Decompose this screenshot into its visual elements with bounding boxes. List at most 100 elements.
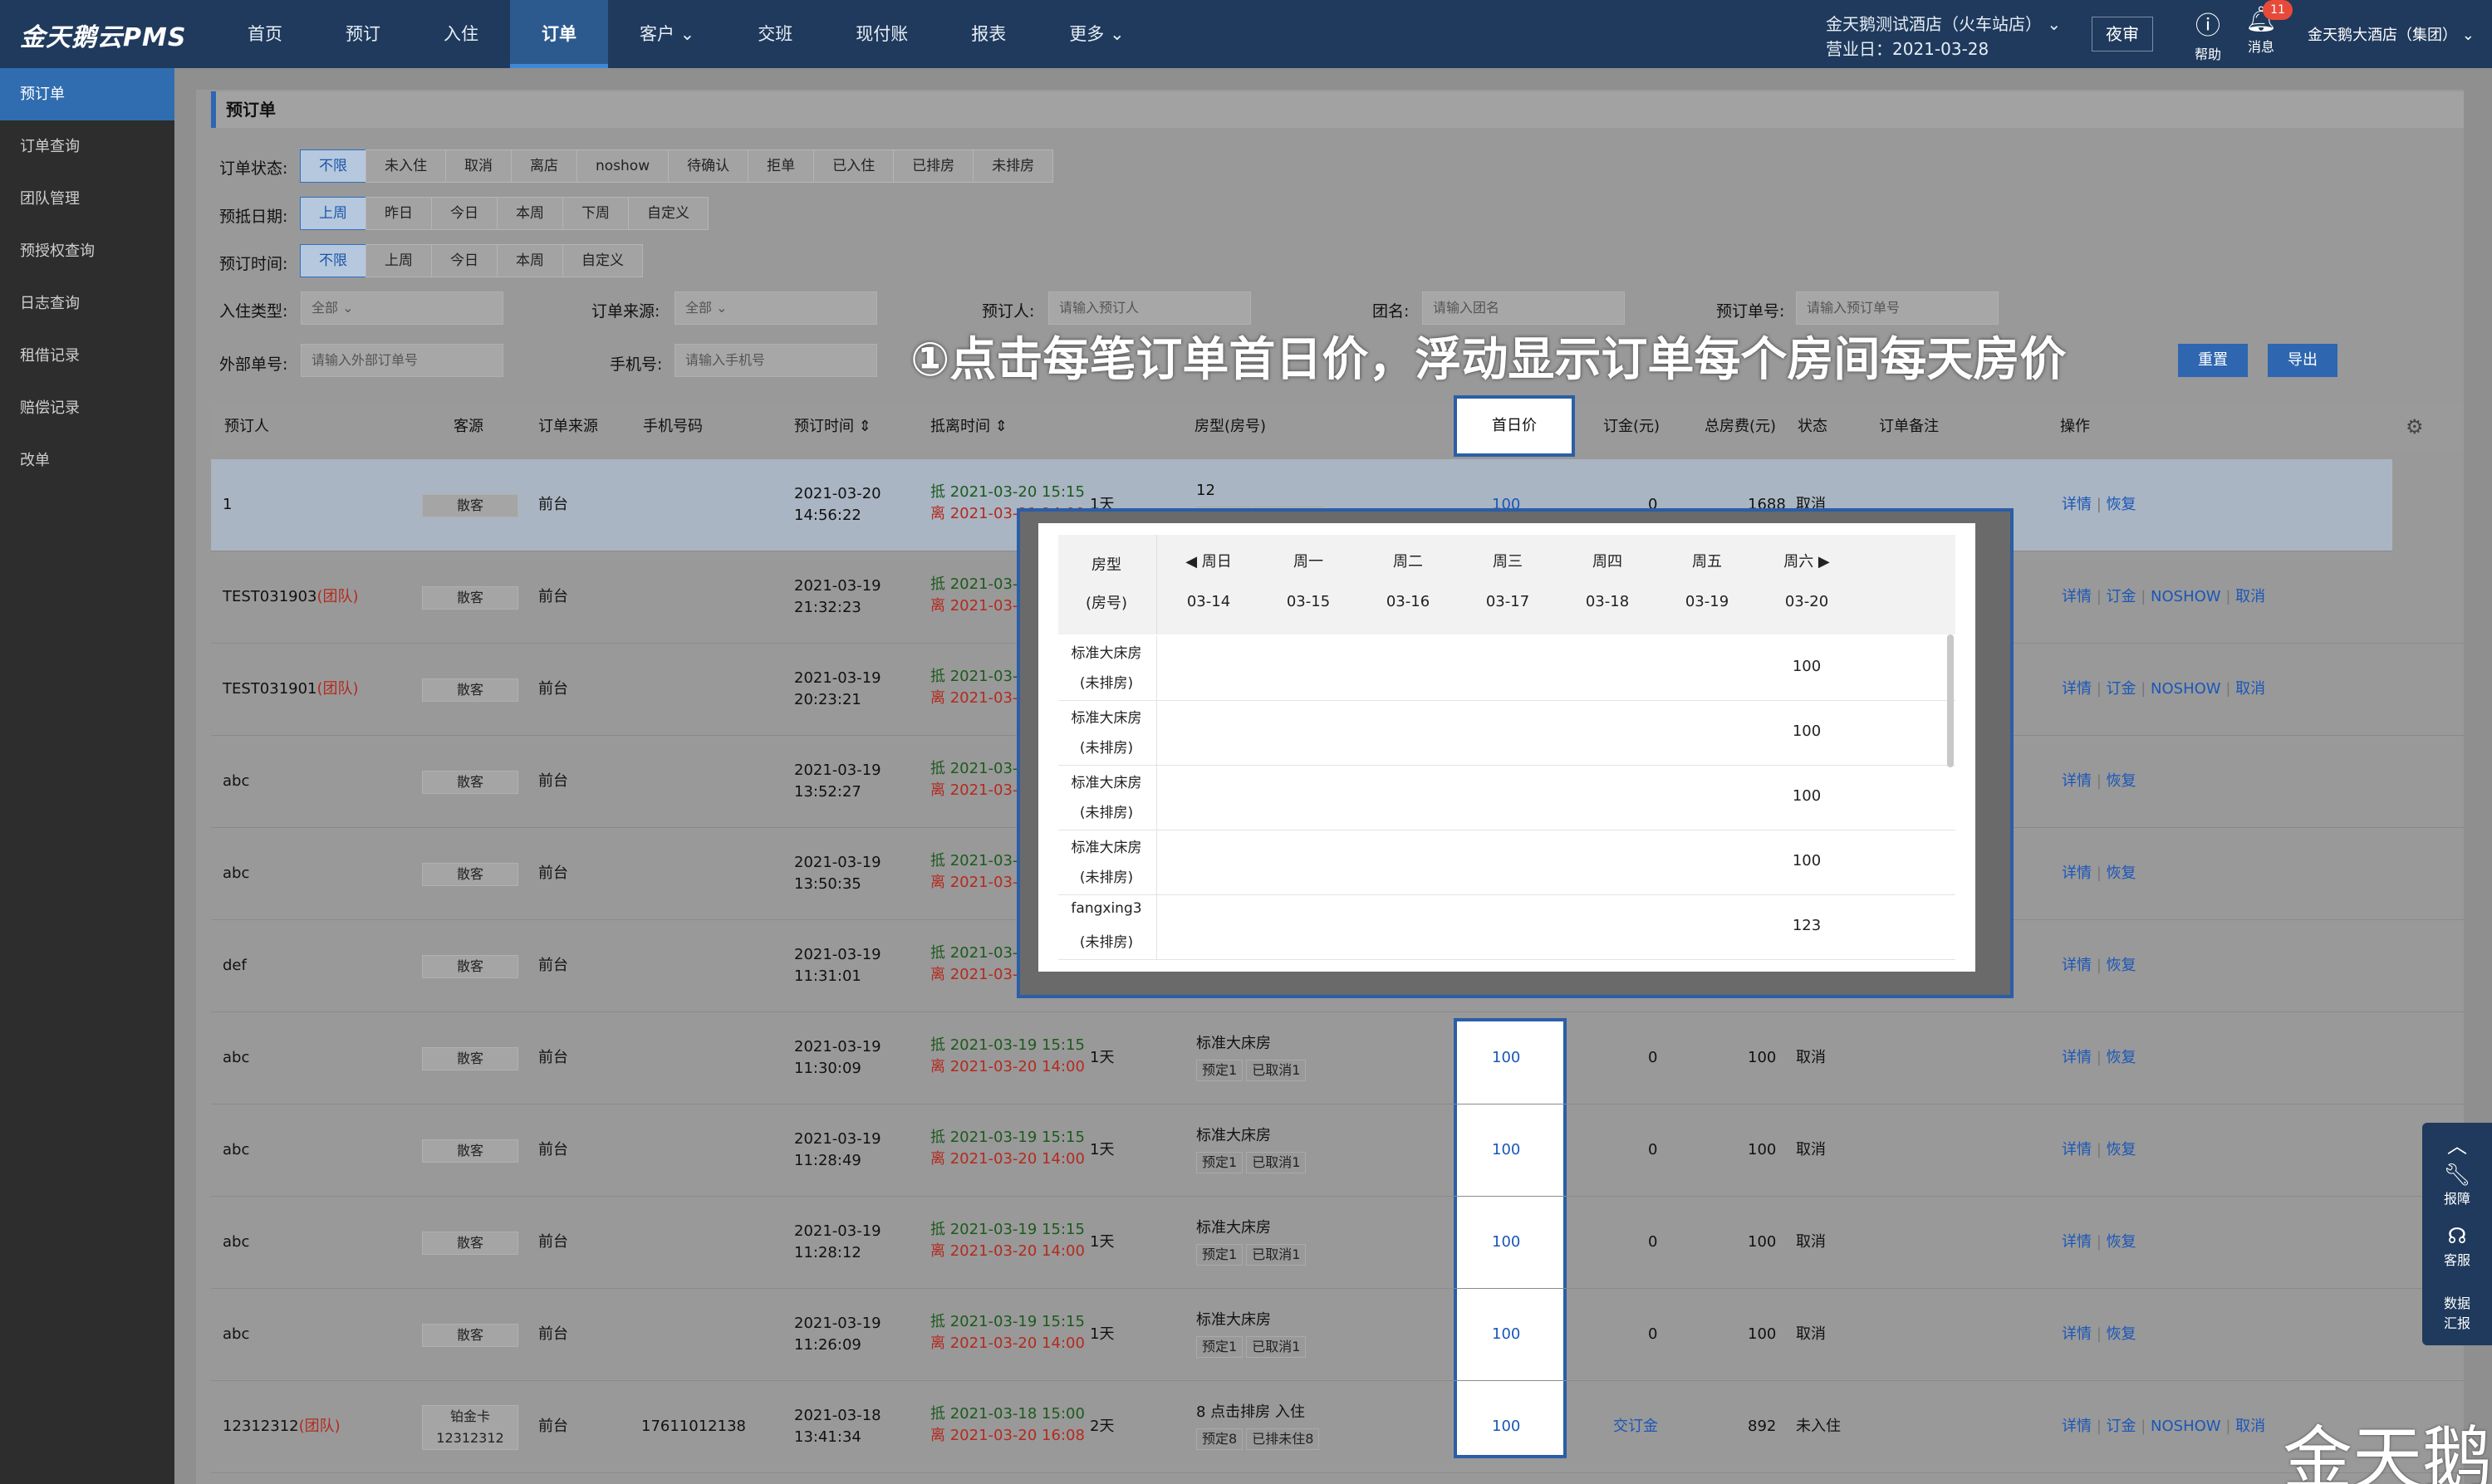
sidebar-item-7[interactable]: 改单 xyxy=(0,434,174,487)
sidebar-item-3[interactable]: 预授权查询 xyxy=(0,225,174,277)
nav-item-6[interactable]: 现付账 xyxy=(824,0,939,68)
nav-item-0[interactable]: 首页 xyxy=(216,0,314,68)
first-day-price[interactable]: 100 xyxy=(1492,1416,1520,1437)
nav-item-8[interactable]: 更多 ⌄ xyxy=(1038,0,1155,68)
column-settings-icon[interactable]: ⚙ xyxy=(2406,415,2424,438)
first-day-price[interactable]: 100 xyxy=(1492,1232,1520,1253)
action-link[interactable]: 详情 xyxy=(2062,588,2092,605)
sidebar-item-1[interactable]: 订单查询 xyxy=(0,120,174,173)
seg-arrival-option-1[interactable]: 昨日 xyxy=(365,197,432,230)
action-link[interactable]: 详情 xyxy=(2062,1141,2092,1158)
seg-arrival-option-3[interactable]: 本周 xyxy=(497,197,563,230)
seg-status-option-8[interactable]: 已排房 xyxy=(893,149,974,183)
action-link[interactable]: 恢复 xyxy=(2107,1233,2136,1251)
nav-item-5[interactable]: 交班 xyxy=(726,0,824,68)
seg-arrival-option-0[interactable]: 上周 xyxy=(300,197,366,230)
seg-status-option-5[interactable]: 待确认 xyxy=(668,149,749,183)
action-link[interactable]: 恢复 xyxy=(2107,1325,2136,1343)
hotel-info[interactable]: 金天鹅测试酒店（火车站店） ⌄ 营业日：2021-03-28 xyxy=(1826,12,2061,61)
export-button[interactable]: 导出 xyxy=(2268,344,2337,377)
phone-input[interactable]: 请输入手机号 xyxy=(675,344,877,377)
sidebar-item-2[interactable]: 团队管理 xyxy=(0,173,174,225)
first-day-price[interactable]: 100 xyxy=(1492,1139,1520,1161)
action-link[interactable]: 恢复 xyxy=(2107,1141,2136,1158)
checkin-type-select[interactable]: 全部 ⌄ xyxy=(301,291,503,325)
nav-item-1[interactable]: 预订 xyxy=(314,0,412,68)
popup-weekday[interactable]: ◀ 周日 xyxy=(1163,550,1254,571)
seg-status-option-3[interactable]: 离店 xyxy=(511,149,577,183)
data-report-button[interactable]: 数据 汇报 xyxy=(2422,1292,2492,1332)
seg-status-option-7[interactable]: 已入住 xyxy=(813,149,895,183)
action-link[interactable]: NOSHOW xyxy=(2151,680,2221,698)
nav-item-3[interactable]: 订单 xyxy=(510,0,608,68)
seg-booking-option-1[interactable]: 上周 xyxy=(365,244,432,277)
seg-arrival-option-5[interactable]: 自定义 xyxy=(628,197,709,230)
seg-booking-option-4[interactable]: 自定义 xyxy=(562,244,643,277)
action-link[interactable]: 详情 xyxy=(2062,1233,2092,1251)
room-type[interactable]: 12 xyxy=(1196,480,1215,502)
seg-status-option-9[interactable]: 未排房 xyxy=(973,149,1054,183)
external-no-input[interactable]: 请输入外部订单号 xyxy=(301,344,503,377)
room-type[interactable]: 8 点击排房 入住 xyxy=(1196,1402,1305,1423)
order-source-select[interactable]: 全部 ⌄ xyxy=(675,291,877,325)
action-link[interactable]: 详情 xyxy=(2062,1418,2092,1435)
action-link[interactable]: 订金 xyxy=(2107,680,2136,698)
action-link[interactable]: 恢复 xyxy=(2107,1049,2136,1066)
seg-arrival-option-2[interactable]: 今日 xyxy=(431,197,498,230)
nav-item-7[interactable]: 报表 xyxy=(939,0,1038,68)
seg-status-option-2[interactable]: 取消 xyxy=(445,149,512,183)
action-link[interactable]: 恢复 xyxy=(2107,772,2136,790)
first-day-price[interactable]: 100 xyxy=(1492,1324,1520,1345)
action-link[interactable]: 详情 xyxy=(2062,864,2092,882)
seg-booking-option-2[interactable]: 今日 xyxy=(431,244,498,277)
customer-service-button[interactable]: ☊ 客服 xyxy=(2422,1224,2492,1269)
seg-status-option-1[interactable]: 未入住 xyxy=(365,149,446,183)
room-type[interactable]: 标准大床房 xyxy=(1196,1033,1271,1055)
seg-arrival-option-4[interactable]: 下周 xyxy=(562,197,629,230)
action-link[interactable]: 取消 xyxy=(2235,680,2265,698)
sidebar-item-5[interactable]: 租借记录 xyxy=(0,330,174,382)
action-link[interactable]: 详情 xyxy=(2062,496,2092,513)
seg-status-option-0[interactable]: 不限 xyxy=(300,149,366,183)
first-day-price-header[interactable]: 首日价 xyxy=(1454,395,1575,457)
action-link[interactable]: 详情 xyxy=(2062,1049,2092,1066)
action-link[interactable]: 订金 xyxy=(2107,588,2136,605)
group-name-input[interactable]: 请输入团名 xyxy=(1422,291,1625,325)
action-link[interactable]: 恢复 xyxy=(2107,957,2136,974)
first-day-price[interactable]: 100 xyxy=(1492,1047,1520,1069)
seg-status-option-4[interactable]: noshow xyxy=(576,149,670,183)
nav-item-2[interactable]: 入住 xyxy=(412,0,510,68)
seg-booking-option-0[interactable]: 不限 xyxy=(300,244,366,277)
action-link[interactable]: NOSHOW xyxy=(2151,588,2221,605)
sidebar-item-0[interactable]: 预订单 xyxy=(0,68,174,120)
chevron-up-icon[interactable]: ︿ xyxy=(2422,1129,2492,1158)
action-link[interactable]: 取消 xyxy=(2235,1418,2265,1435)
room-type[interactable]: 标准大床房 xyxy=(1196,1310,1271,1331)
popup-scrollbar[interactable] xyxy=(1947,634,1954,767)
action-link[interactable]: 详情 xyxy=(2062,772,2092,790)
sidebar-item-6[interactable]: 赔偿记录 xyxy=(0,382,174,434)
report-fault-button[interactable]: 🔧︎ 报障 xyxy=(2422,1163,2492,1207)
reset-button[interactable]: 重置 xyxy=(2178,344,2248,377)
seg-booking-option-3[interactable]: 本周 xyxy=(497,244,563,277)
action-link[interactable]: 详情 xyxy=(2062,680,2092,698)
action-link[interactable]: 详情 xyxy=(2062,1325,2092,1343)
seg-status-option-6[interactable]: 拒单 xyxy=(748,149,815,183)
action-link[interactable]: NOSHOW xyxy=(2151,1418,2221,1435)
deposit-cell[interactable]: 交订金 xyxy=(1613,1416,1658,1437)
room-type[interactable]: 标准大床房 xyxy=(1196,1125,1271,1147)
room-type[interactable]: 标准大床房 xyxy=(1196,1217,1271,1239)
order-no-input[interactable]: 请输入预订单号 xyxy=(1796,291,1999,325)
booker-input[interactable]: 请输入预订人 xyxy=(1048,291,1251,325)
app-logo[interactable]: 金天鹅云PMS xyxy=(20,17,186,53)
action-link[interactable]: 恢复 xyxy=(2107,496,2136,513)
action-link[interactable]: 恢复 xyxy=(2107,864,2136,882)
group-selector[interactable]: 金天鹅大酒店（集团） ⌄ xyxy=(2308,23,2475,45)
hotel-name[interactable]: 金天鹅测试酒店（火车站店） ⌄ xyxy=(1826,12,2061,37)
help-button[interactable]: ⓘ 帮助 xyxy=(2183,5,2233,63)
action-link[interactable]: 详情 xyxy=(2062,957,2092,974)
night-audit-button[interactable]: 夜审 xyxy=(2092,17,2153,51)
sidebar-item-4[interactable]: 日志查询 xyxy=(0,277,174,330)
action-link[interactable]: 订金 xyxy=(2107,1418,2136,1435)
nav-item-4[interactable]: 客户 ⌄ xyxy=(608,0,726,68)
